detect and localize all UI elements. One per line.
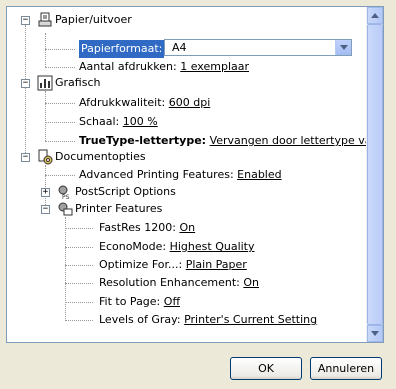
collapse-icon[interactable]: − <box>21 79 30 88</box>
tree-connector <box>65 247 93 248</box>
setting-value[interactable]: 600 dpi <box>169 96 211 109</box>
tree-connector <box>45 175 75 176</box>
tree-node-label: Grafisch <box>55 76 101 89</box>
expand-icon[interactable]: + <box>41 188 50 197</box>
setting-label: Papierformaat: <box>79 40 165 58</box>
settings-tree: − Papier/uitvoer Papierformaat: A4 Aanta… <box>7 7 367 342</box>
setting-value[interactable]: Highest Quality <box>170 240 255 253</box>
setting-optimize-for[interactable]: Optimize For...: Plain Paper <box>99 256 247 274</box>
collapse-icon[interactable]: − <box>21 153 30 162</box>
setting-advanced-printing[interactable]: Advanced Printing Features: Enabled <box>79 166 282 184</box>
document-options-icon <box>38 149 53 165</box>
setting-value[interactable]: Enabled <box>237 168 281 181</box>
setting-fit-to-page[interactable]: Fit to Page: Off <box>99 293 180 311</box>
setting-value[interactable]: Off <box>164 295 180 308</box>
setting-value[interactable]: On <box>243 276 259 289</box>
setting-levels-of-gray[interactable]: Levels of Gray: Printer's Current Settin… <box>99 311 317 329</box>
tree-connector <box>65 320 93 321</box>
tree-connector <box>65 217 66 321</box>
tree-node-label: Documentopties <box>55 150 146 163</box>
tree-connector <box>45 33 46 67</box>
printer-features-icon <box>58 202 73 216</box>
setting-scale[interactable]: Schaal: 100 % <box>79 113 158 131</box>
tree-connector <box>45 103 75 104</box>
chevron-down-icon[interactable] <box>335 40 351 55</box>
setting-label: TrueType-lettertype: <box>79 134 207 147</box>
setting-label: Schaal: <box>79 115 120 128</box>
setting-value[interactable]: Plain Paper <box>186 258 247 271</box>
collapse-icon[interactable]: − <box>21 16 30 25</box>
tree-connector <box>65 283 93 284</box>
setting-economode[interactable]: EconoMode: Highest Quality <box>99 238 255 256</box>
setting-label: Optimize For...: <box>99 258 183 271</box>
scroll-down-button[interactable] <box>367 325 383 342</box>
setting-fastres[interactable]: FastRes 1200: On <box>99 219 195 237</box>
tree-connector <box>45 122 75 123</box>
cancel-button[interactable]: Annuleren <box>310 357 382 380</box>
setting-value[interactable]: 1 exemplaar <box>180 60 249 73</box>
tree-connector <box>45 67 75 68</box>
tree-connector <box>65 265 93 266</box>
setting-label: Fit to Page: <box>99 295 161 308</box>
setting-resolution-enhancement[interactable]: Resolution Enhancement: On <box>99 274 259 292</box>
graphics-icon <box>37 75 53 91</box>
setting-label: Levels of Gray: <box>99 313 181 326</box>
ok-button[interactable]: OK <box>230 357 302 380</box>
paper-size-value: A4 <box>172 41 187 54</box>
tree-node-label: Papier/uitvoer <box>55 13 132 26</box>
setting-value[interactable]: 100 % <box>123 115 158 128</box>
tree-connector <box>65 228 93 229</box>
setting-copies[interactable]: Aantal afdrukken: 1 exemplaar <box>79 58 249 76</box>
setting-value[interactable]: Vervangen door lettertype van apparaat <box>210 134 367 147</box>
setting-label: EconoMode: <box>99 240 167 253</box>
setting-value[interactable]: Printer's Current Setting <box>184 313 317 326</box>
scroll-up-button[interactable] <box>367 7 383 24</box>
setting-label: Afdrukkwaliteit: <box>79 96 166 109</box>
tree-node-label: Printer Features <box>75 202 163 215</box>
setting-label: Advanced Printing Features: <box>79 168 234 181</box>
svg-text:PS: PS <box>62 194 70 200</box>
paper-size-select[interactable]: A4 <box>164 39 352 56</box>
settings-tree-panel: − Papier/uitvoer Papierformaat: A4 Aanta… <box>6 6 384 343</box>
tree-connector <box>65 302 93 303</box>
setting-print-quality[interactable]: Afdrukkwaliteit: 600 dpi <box>79 94 210 112</box>
tree-node-label: PostScript Options <box>75 185 176 198</box>
tree-connector <box>45 91 46 141</box>
tree-connector <box>45 141 75 142</box>
collapse-icon[interactable]: − <box>41 205 50 214</box>
setting-label: FastRes 1200: <box>99 221 176 234</box>
vertical-scrollbar[interactable] <box>366 7 383 342</box>
tree-connector <box>25 25 26 153</box>
setting-label: Resolution Enhancement: <box>99 276 240 289</box>
setting-label: Aantal afdrukken: <box>79 60 177 73</box>
paper-output-icon <box>38 12 52 27</box>
setting-value[interactable]: On <box>179 221 195 234</box>
postscript-icon: PS <box>58 185 70 200</box>
scroll-thumb[interactable] <box>367 24 383 325</box>
tree-connector <box>45 49 75 50</box>
